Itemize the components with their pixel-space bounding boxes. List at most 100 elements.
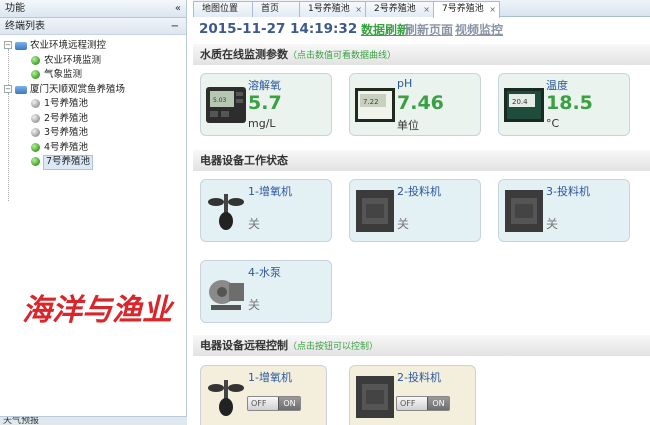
device-control-section-header: 电器设备远程控制（点击按钮可以控制） bbox=[193, 335, 650, 356]
tree-toggle-icon[interactable]: − bbox=[4, 84, 12, 93]
section-title: 电器设备远程控制 bbox=[200, 339, 288, 352]
main-area: 地图位置 首页 1号养殖池 × 2号养殖池 × 7号养殖池 × 2015-11-… bbox=[193, 0, 650, 425]
status-dot-grey-icon bbox=[31, 99, 40, 108]
device-card-feeder-3: 3-投料机 关 bbox=[498, 179, 630, 242]
panel-title: 功能 bbox=[5, 3, 25, 14]
param-unit: 单位 bbox=[397, 119, 419, 132]
control-card-aerator-1: 1-增氧机 OFF ON bbox=[200, 365, 327, 425]
terminal-tree: − 农业环境远程测控 农业环境监测 气象监测 − 厦门天顺观赏鱼养殖场 1号养殖… bbox=[0, 35, 186, 201]
tree-node-fish-farm[interactable]: − 厦门天顺观赏鱼养殖场 bbox=[0, 83, 186, 98]
ph-meter-icon: 7.22 bbox=[355, 88, 395, 122]
switch-off-label: OFF bbox=[400, 399, 416, 408]
current-datetime: 2015-11-27 14:19:32 bbox=[199, 21, 358, 37]
tree-node-pond-7[interactable]: 7号养殖池 bbox=[0, 155, 186, 170]
section-hint: （点击数值可看数据曲线） bbox=[288, 51, 397, 61]
collapse-panel-icon[interactable]: « bbox=[175, 0, 181, 18]
tree-node-pond-3[interactable]: 3号养殖池 bbox=[0, 126, 186, 141]
param-name: 溶解氧 bbox=[248, 79, 281, 92]
tree-node-agri-monitor[interactable]: 农业环境监测 bbox=[0, 54, 186, 69]
monitor-card-temperature[interactable]: 20.4 温度 18.5 °C bbox=[498, 73, 630, 136]
close-tab-icon[interactable]: × bbox=[489, 2, 496, 17]
terminal-list-header: 终端列表 − bbox=[0, 18, 186, 35]
param-unit: °C bbox=[546, 117, 560, 130]
param-value[interactable]: 7.46 bbox=[397, 92, 444, 114]
do-meter-icon: 5.03 bbox=[206, 87, 246, 123]
tab-bar: 地图位置 首页 1号养殖池 × 2号养殖池 × 7号养殖池 × bbox=[193, 0, 650, 18]
feeder-icon bbox=[356, 376, 394, 418]
tab-map[interactable]: 地图位置 bbox=[193, 1, 253, 17]
device-card-feeder-2: 2-投料机 关 bbox=[349, 179, 481, 242]
feeder-icon bbox=[505, 190, 543, 232]
param-unit: mg/L bbox=[248, 117, 276, 130]
tree-node-label: 7号养殖池 bbox=[43, 155, 94, 170]
device-name: 2-投料机 bbox=[397, 371, 441, 384]
video-monitor-link[interactable]: 视频监控 bbox=[455, 21, 503, 38]
tab-pond-7[interactable]: 7号养殖池 × bbox=[433, 1, 500, 18]
status-dot-grey-icon bbox=[31, 113, 40, 123]
status-dot-grey-icon bbox=[31, 128, 40, 137]
tab-pond-2[interactable]: 2号养殖池 × bbox=[365, 1, 434, 17]
monitor-card-dissolved-oxygen[interactable]: 5.03 溶解氧 5.7 mg/L bbox=[200, 73, 332, 136]
tree-node-label: 厦门天顺观赏鱼养殖场 bbox=[30, 83, 126, 95]
refresh-data-link[interactable]: 数据刷新 bbox=[361, 21, 409, 38]
switch-on-label: ON bbox=[278, 397, 300, 410]
weather-forecast-panel[interactable]: 天气预报 bbox=[0, 416, 187, 425]
close-tab-icon[interactable]: × bbox=[423, 2, 430, 17]
device-state: 关 bbox=[248, 298, 261, 312]
refresh-page-link[interactable]: 刷新页面 bbox=[405, 21, 453, 38]
power-toggle-switch[interactable]: OFF ON bbox=[396, 396, 450, 411]
device-name: 1-增氧机 bbox=[248, 371, 292, 384]
device-card-aerator-1: 1-增氧机 关 bbox=[200, 179, 332, 242]
status-dot-green-icon bbox=[31, 157, 40, 166]
power-toggle-switch[interactable]: OFF ON bbox=[247, 396, 301, 411]
tree-node-agri-env[interactable]: − 农业环境远程测控 bbox=[0, 39, 186, 54]
tree-node-pond-1[interactable]: 1号养殖池 bbox=[0, 97, 186, 112]
tree-node-label: 农业环境远程测控 bbox=[30, 40, 107, 51]
device-name: 1-增氧机 bbox=[248, 185, 292, 198]
tree-node-pond-2[interactable]: 2号养殖池 bbox=[0, 112, 186, 127]
panel-header: 功能 « bbox=[0, 0, 186, 18]
feeder-icon bbox=[356, 190, 394, 232]
collapse-list-icon[interactable]: − bbox=[171, 18, 179, 35]
param-name: pH bbox=[397, 77, 413, 90]
tree-toggle-icon[interactable]: − bbox=[4, 41, 12, 49]
tree-node-label: 2号养殖池 bbox=[44, 112, 89, 124]
device-name: 3-投料机 bbox=[546, 185, 590, 198]
device-state: 关 bbox=[546, 217, 559, 231]
tab-home[interactable]: 首页 bbox=[252, 1, 300, 17]
section-hint: （点击按钮可以控制） bbox=[288, 342, 379, 352]
close-tab-icon[interactable]: × bbox=[355, 2, 362, 17]
aerator-icon bbox=[208, 380, 244, 416]
device-status-section-header: 电器设备工作状态 bbox=[193, 150, 650, 171]
water-quality-section-header: 水质在线监测参数（点击数值可看数据曲线） bbox=[193, 44, 650, 65]
status-dot-green-icon bbox=[31, 55, 40, 65]
dashboard-toolbar: 2015-11-27 14:19:32 数据刷新 刷新页面 视频监控 bbox=[193, 17, 650, 42]
folder-icon bbox=[15, 42, 27, 50]
param-name: 温度 bbox=[546, 79, 568, 92]
left-panel: 功能 « 终端列表 − − 农业环境远程测控 农业环境监测 气象监测 − 厦门天… bbox=[0, 0, 187, 425]
dashboard-content: 2015-11-27 14:19:32 数据刷新 刷新页面 视频监控 水质在线监… bbox=[193, 17, 650, 425]
app-window: 功能 « 终端列表 − − 农业环境远程测控 农业环境监测 气象监测 − 厦门天… bbox=[0, 0, 650, 425]
param-value[interactable]: 5.7 bbox=[248, 92, 282, 114]
param-value[interactable]: 18.5 bbox=[546, 92, 593, 114]
tab-pond-1[interactable]: 1号养殖池 × bbox=[299, 1, 366, 17]
pump-icon bbox=[209, 280, 244, 310]
control-card-feeder-2: 2-投料机 OFF ON bbox=[349, 365, 476, 425]
status-dot-green-icon bbox=[31, 142, 40, 152]
tab-label: 1号养殖池 bbox=[308, 4, 350, 14]
monitor-card-ph[interactable]: 7.22 pH 7.46 单位 bbox=[349, 73, 481, 136]
tree-node-label: 农业环境监测 bbox=[44, 54, 102, 66]
tree-node-label: 气象监测 bbox=[44, 69, 83, 80]
tree-node-label: 1号养殖池 bbox=[44, 98, 89, 109]
section-title: 水质在线监测参数 bbox=[200, 48, 288, 61]
tree-node-weather[interactable]: 气象监测 bbox=[0, 68, 186, 83]
svg-text:7.22: 7.22 bbox=[363, 98, 379, 106]
ocean-fishery-logo: 海洋与渔业 bbox=[22, 293, 175, 328]
terminal-list-title: 终端列表 bbox=[5, 21, 45, 32]
aerator-icon bbox=[208, 194, 244, 230]
tree-node-label: 4号养殖池 bbox=[44, 141, 89, 153]
tree-node-pond-4[interactable]: 4号养殖池 bbox=[0, 141, 186, 156]
section-title: 电器设备工作状态 bbox=[200, 154, 288, 167]
svg-text:20.4: 20.4 bbox=[512, 98, 528, 106]
device-card-pump-4: 4-水泵 关 bbox=[200, 260, 332, 323]
